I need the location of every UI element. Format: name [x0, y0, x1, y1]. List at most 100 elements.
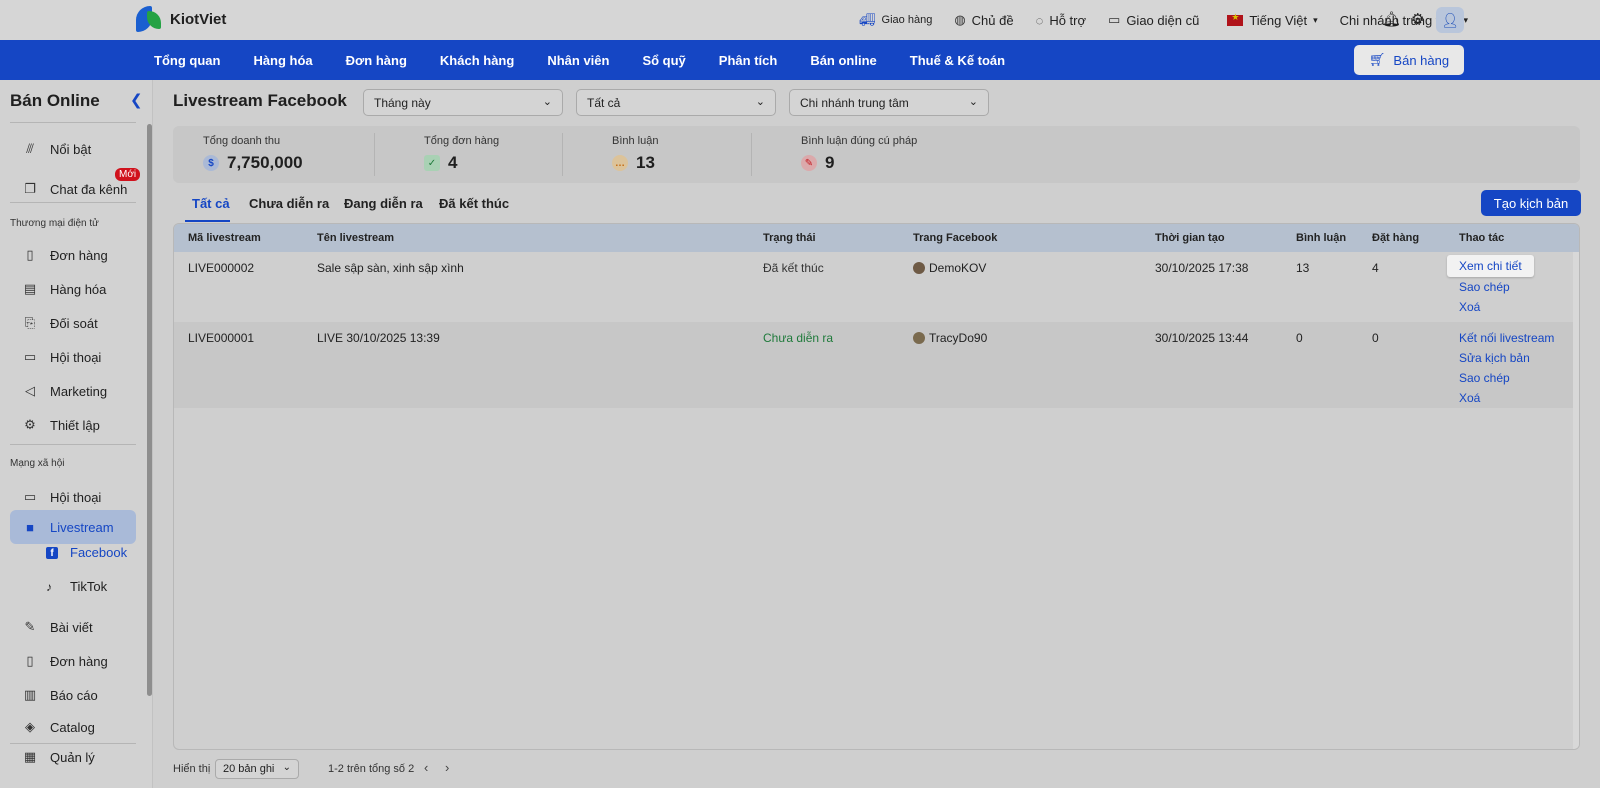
- collapse-sidebar-icon[interactable]: ❮: [130, 91, 143, 109]
- theme-link[interactable]: ◍ Chủ đề: [954, 12, 1013, 28]
- column-header: Thời gian tạo: [1155, 232, 1225, 244]
- delivery-link[interactable]: 🚚︎ Giao hàng: [859, 12, 932, 28]
- support-label: Hỗ trợ: [1049, 12, 1087, 28]
- tiktok-icon: ♪: [46, 579, 52, 594]
- sidebar-item-livestream[interactable]: ■ Livestream: [10, 510, 136, 544]
- page-avatar: [913, 332, 925, 344]
- page-size-value: 20 bản ghi: [223, 763, 275, 775]
- language-select[interactable]: Tiếng Việt ▾: [1227, 12, 1318, 28]
- old-ui-label: Giao diện cũ: [1126, 12, 1200, 28]
- nav-cashbook[interactable]: Sổ quỹ: [642, 53, 685, 68]
- order-count: 0: [1372, 331, 1379, 345]
- nav-customers[interactable]: Khách hàng: [440, 53, 514, 68]
- divider: [751, 133, 752, 176]
- theme-label: Chủ đề: [971, 12, 1014, 28]
- delete-link[interactable]: Xoá: [1459, 300, 1480, 314]
- sidebar-item-reports[interactable]: ▥ Báo cáo: [10, 678, 136, 712]
- sidebar-item-label: Báo cáo: [50, 687, 98, 703]
- stat-value: 9: [825, 153, 835, 172]
- sell-button[interactable]: 🛒︎ Bán hàng: [1354, 45, 1464, 75]
- create-script-button[interactable]: Tạo kịch bản: [1481, 190, 1581, 216]
- copy-link[interactable]: Sao chép: [1459, 280, 1510, 294]
- section-ecommerce: Thương mại điện tử: [10, 218, 99, 229]
- stats-panel: Tổng doanh thu $7,750,000 Tổng đơn hàng …: [173, 126, 1580, 183]
- gear-icon[interactable]: ⚙: [1411, 10, 1424, 28]
- tab-ended[interactable]: Đã kết thúc: [439, 196, 509, 211]
- sidebar-item-label: Marketing: [50, 383, 108, 399]
- nav-staff[interactable]: Nhân viên: [547, 53, 609, 68]
- table-header: Mã livestream Tên livestream Trạng thái …: [174, 224, 1579, 252]
- brand-logo[interactable]: KiotViet: [136, 6, 226, 32]
- brand-name: KiotViet: [170, 10, 227, 28]
- chevron-left-icon[interactable]: ‹: [424, 760, 428, 775]
- sidebar-item-products[interactable]: ▤ Hàng hóa: [10, 272, 136, 306]
- facebook-page[interactable]: DemoKOV: [913, 261, 986, 275]
- old-ui-link[interactable]: ▭ Giao diện cũ: [1108, 12, 1199, 28]
- tab-all[interactable]: Tất cả: [192, 196, 230, 211]
- column-header: Trang Facebook: [913, 232, 998, 244]
- sidebar-item-settings[interactable]: ⚙ Thiết lập: [10, 408, 136, 442]
- sidebar-item-label: Thiết lập: [50, 417, 100, 433]
- nav-products[interactable]: Hàng hóa: [253, 53, 312, 68]
- sidebar-item-label: Bài viết: [50, 619, 93, 635]
- document-icon: ▯: [26, 247, 34, 262]
- sidebar-item-social-conversations[interactable]: ▭ Hội thoại: [10, 480, 136, 514]
- sidebar-scrollbar[interactable]: [147, 124, 152, 696]
- table-scrollbar[interactable]: [1573, 252, 1579, 749]
- table-row[interactable]: LIVE000002 Sale sập sàn, xinh sập xình Đ…: [174, 252, 1574, 322]
- nav-tax-accounting[interactable]: Thuế & Kế toán: [910, 53, 1005, 68]
- support-link[interactable]: ◌ Hỗ trợ: [1036, 13, 1086, 28]
- stat-value: 13: [636, 153, 655, 172]
- dollar-icon: $: [203, 155, 219, 171]
- copy-link[interactable]: Sao chép: [1459, 371, 1510, 385]
- page-size-select[interactable]: 20 bản ghi ⌄: [215, 759, 299, 779]
- column-header: Bình luận: [1296, 232, 1347, 244]
- period-select[interactable]: Tháng này ⌄: [363, 89, 563, 116]
- video-camera-icon: ■: [26, 519, 34, 535]
- bar-chart-icon: ▥: [23, 687, 37, 702]
- sidebar-item-conversations[interactable]: ▭ Hội thoại: [10, 340, 136, 374]
- sidebar-item-label: Đơn hàng: [50, 247, 108, 263]
- tab-live[interactable]: Đang diễn ra: [344, 196, 423, 211]
- divider: [10, 444, 136, 445]
- bell-icon[interactable]: 🔔︎: [1382, 10, 1401, 28]
- chevron-right-icon[interactable]: ›: [445, 760, 449, 775]
- status-select[interactable]: Tất cả ⌄: [576, 89, 776, 116]
- branch-filter-select[interactable]: Chi nhánh trung tâm ⌄: [789, 89, 989, 116]
- pen-icon: ✎: [801, 155, 817, 171]
- sidebar-item-posts[interactable]: ✎ Bài viết: [10, 610, 136, 644]
- facebook-page-name: TracyDo90: [929, 331, 988, 345]
- facebook-page[interactable]: TracyDo90: [913, 331, 987, 345]
- sidebar-subitem-facebook[interactable]: f Facebook: [46, 545, 127, 560]
- kiotviet-logo-icon: [136, 6, 164, 32]
- nav-orders[interactable]: Đơn hàng: [346, 53, 407, 68]
- sidebar-item-label: Chat đa kênh: [50, 181, 128, 197]
- sidebar-item-orders[interactable]: ▯ Đơn hàng: [10, 238, 136, 272]
- sidebar-item-catalog[interactable]: ◈ Catalog: [10, 710, 136, 744]
- sidebar-item-social-orders[interactable]: ▯ Đơn hàng: [10, 644, 136, 678]
- view-detail-link[interactable]: Xem chi tiết: [1447, 255, 1534, 277]
- active-tab-indicator: [185, 220, 230, 222]
- nav-overview[interactable]: Tổng quan: [154, 53, 220, 68]
- sidebar-item-featured[interactable]: ⫻ Nổi bật: [10, 132, 136, 166]
- divider: [10, 202, 136, 203]
- sidebar-subitem-tiktok[interactable]: ♪ TikTok: [46, 579, 107, 594]
- sidebar-item-reconcile[interactable]: ⎘ Đối soát: [10, 306, 136, 340]
- sidebar-item-marketing[interactable]: ◁ Marketing: [10, 374, 136, 408]
- row-actions: Kết nối livestream Sửa kịch bản Sao chép…: [1459, 322, 1574, 408]
- chevron-down-icon: ⌄: [755, 96, 765, 108]
- user-avatar-icon[interactable]: 👤︎: [1436, 7, 1464, 33]
- connect-livestream-link[interactable]: Kết nối livestream: [1459, 331, 1554, 345]
- column-header: Đặt hàng: [1372, 232, 1420, 244]
- order-doc-icon: ✓: [424, 155, 440, 171]
- delete-link[interactable]: Xoá: [1459, 391, 1480, 405]
- sidebar-subitem-label: Facebook: [70, 545, 128, 560]
- sidebar-item-manage[interactable]: ▦ Quản lý: [10, 740, 136, 774]
- sidebar-item-label: Đối soát: [50, 315, 98, 331]
- edit-script-link[interactable]: Sửa kịch bản: [1459, 351, 1530, 365]
- nav-online-sales[interactable]: Bán online: [810, 53, 876, 68]
- tab-not-started[interactable]: Chưa diễn ra: [249, 196, 329, 211]
- nav-analytics[interactable]: Phân tích: [719, 53, 778, 68]
- table-row[interactable]: LIVE000001 LIVE 30/10/2025 13:39 Chưa di…: [174, 322, 1574, 408]
- sidebar-item-label: Quản lý: [50, 749, 95, 765]
